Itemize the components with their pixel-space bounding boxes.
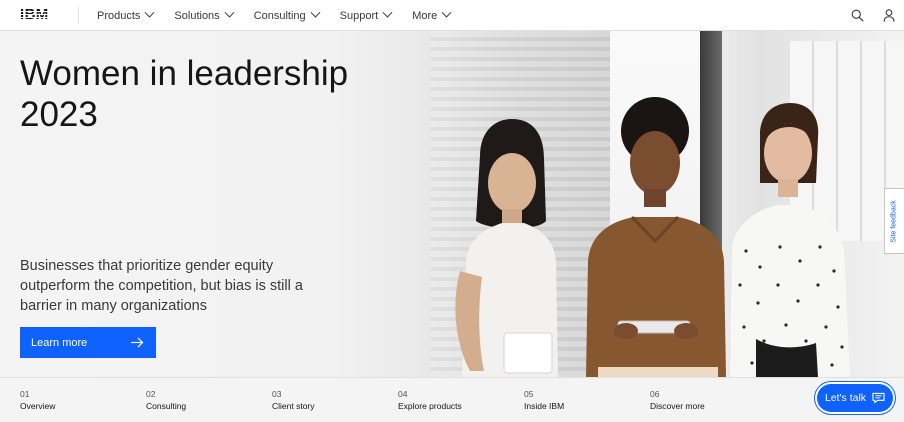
search-button[interactable]: [842, 0, 873, 31]
nav-item-solutions[interactable]: Solutions: [174, 0, 235, 31]
learn-more-button[interactable]: Learn more: [20, 327, 156, 358]
tab-number: 02: [146, 389, 156, 399]
site-feedback-tab[interactable]: Site feedback: [884, 188, 904, 254]
nav-menu: Products Solutions Consulting Support Mo…: [97, 0, 471, 31]
hero-banner: Women in leadership 2023 Businesses that…: [0, 31, 904, 377]
tab-discover-more[interactable]: 06 Discover more: [650, 378, 776, 422]
tab-label: Explore products: [398, 401, 462, 411]
section-tab-bar: 01 Overview 02 Consulting 03 Client stor…: [0, 377, 904, 422]
search-icon: [851, 9, 864, 22]
chevron-down-icon: [144, 7, 155, 18]
arrow-right-icon: [131, 337, 144, 348]
tab-number: 01: [20, 389, 30, 399]
tab-explore-products[interactable]: 04 Explore products: [398, 378, 524, 422]
person-middle: [586, 97, 726, 377]
chevron-down-icon: [224, 7, 235, 18]
nav-item-label: Consulting: [253, 9, 306, 22]
tab-consulting[interactable]: 02 Consulting: [146, 378, 272, 422]
logo-text: IBM: [20, 6, 49, 23]
nav-icons: [842, 0, 904, 31]
tab-label: Inside IBM: [524, 401, 565, 411]
lets-talk-button[interactable]: Let's talk: [817, 384, 893, 412]
ibm-logo[interactable]: IBM: [20, 6, 60, 24]
nav-item-products[interactable]: Products: [97, 0, 155, 31]
tab-label: Consulting: [146, 401, 187, 411]
tab-number: 05: [524, 389, 534, 399]
hero-photo: [455, 97, 850, 377]
user-icon: [883, 9, 894, 22]
page-title: Women in leadership 2023: [20, 53, 380, 135]
chevron-down-icon: [310, 7, 321, 18]
title-line-2: 2023: [20, 95, 98, 134]
nav-divider: [78, 7, 79, 24]
nav-item-label: Solutions: [174, 9, 220, 22]
chevron-down-icon: [382, 7, 393, 18]
site-feedback-label: Site feedback: [891, 199, 899, 243]
lets-talk-label: Let's talk: [824, 392, 867, 404]
person-left: [455, 119, 558, 377]
nav-item-label: Products: [97, 9, 141, 22]
top-nav: IBM Products Solutions Consulting Suppor…: [0, 0, 904, 31]
user-button[interactable]: [873, 0, 904, 31]
nav-item-support[interactable]: Support: [339, 0, 393, 31]
tab-label: Discover more: [650, 401, 705, 411]
nav-item-more[interactable]: More: [412, 0, 452, 31]
nav-item-consulting[interactable]: Consulting: [253, 0, 321, 31]
hero-subtitle: Businesses that prioritize gender equity…: [20, 258, 303, 314]
chat-icon: [872, 392, 885, 404]
nav-item-label: More: [412, 9, 438, 22]
tab-label: Client story: [272, 401, 315, 411]
tab-client-story[interactable]: 03 Client story: [272, 378, 398, 422]
tab-number: 03: [272, 389, 282, 399]
chevron-down-icon: [441, 7, 452, 18]
tab-number: 04: [398, 389, 408, 399]
cta-label: Learn more: [31, 336, 88, 349]
tab-inside-ibm[interactable]: 05 Inside IBM: [524, 378, 650, 422]
tab-number: 06: [650, 389, 660, 399]
tab-label: Overview: [20, 401, 56, 411]
title-line-1: Women in leadership: [20, 54, 349, 93]
person-right: [730, 103, 850, 377]
nav-item-label: Support: [339, 9, 379, 22]
tab-overview[interactable]: 01 Overview: [20, 378, 146, 422]
